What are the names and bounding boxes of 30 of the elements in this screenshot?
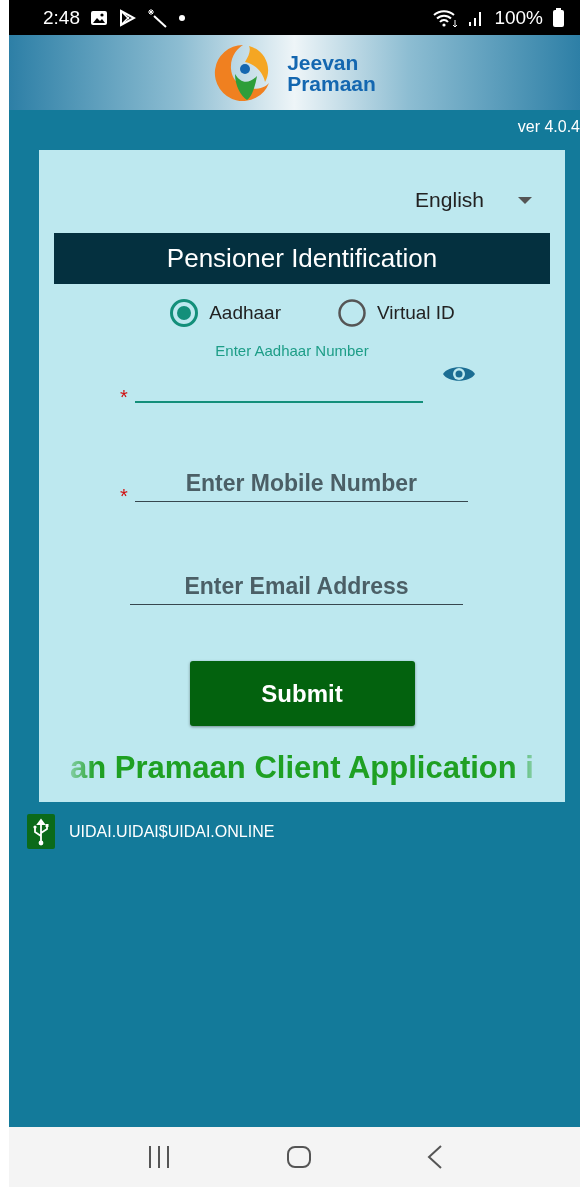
logo-text: Jeevan <box>287 51 360 73</box>
play-store-icon <box>118 8 136 27</box>
version-label: ver 4.0.4 <box>516 117 580 137</box>
section-title: Pensioner Identification <box>54 233 550 284</box>
radio-empty-icon <box>337 298 367 328</box>
clock: 2:48 <box>43 6 80 29</box>
recent-apps-icon[interactable] <box>146 1146 171 1168</box>
required-asterisk: * <box>120 391 128 403</box>
battery-icon <box>553 8 564 27</box>
battery-percent: 100% <box>494 6 543 29</box>
magic-wand-icon <box>146 7 168 28</box>
language-dropdown[interactable]: English <box>415 188 532 212</box>
required-asterisk: * <box>120 490 128 502</box>
back-icon[interactable] <box>426 1145 443 1169</box>
notification-text: UIDAI.UIDAI$UIDAI.ONLINE <box>69 822 275 841</box>
field-label: Enter Aadhaar Number <box>214 342 370 359</box>
scrolling-banner-text: an Pramaan Client Application i <box>70 750 534 786</box>
radio-option[interactable]: Virtual ID <box>337 298 455 328</box>
radio-selected-icon <box>169 298 200 328</box>
usb-icon <box>27 814 55 849</box>
submit-button[interactable]: Submit <box>189 661 415 726</box>
home-icon[interactable] <box>285 1145 312 1169</box>
logo-text: Pramaan <box>287 72 376 94</box>
dot-icon <box>178 13 186 22</box>
input-field[interactable]: Enter Email Address <box>130 568 463 605</box>
input-field[interactable]: Enter Mobile Number <box>134 465 468 502</box>
image-icon <box>90 9 108 26</box>
wifi-icon <box>432 7 459 28</box>
radio-option[interactable]: Aadhaar <box>169 298 281 328</box>
caret-icon <box>518 196 532 204</box>
